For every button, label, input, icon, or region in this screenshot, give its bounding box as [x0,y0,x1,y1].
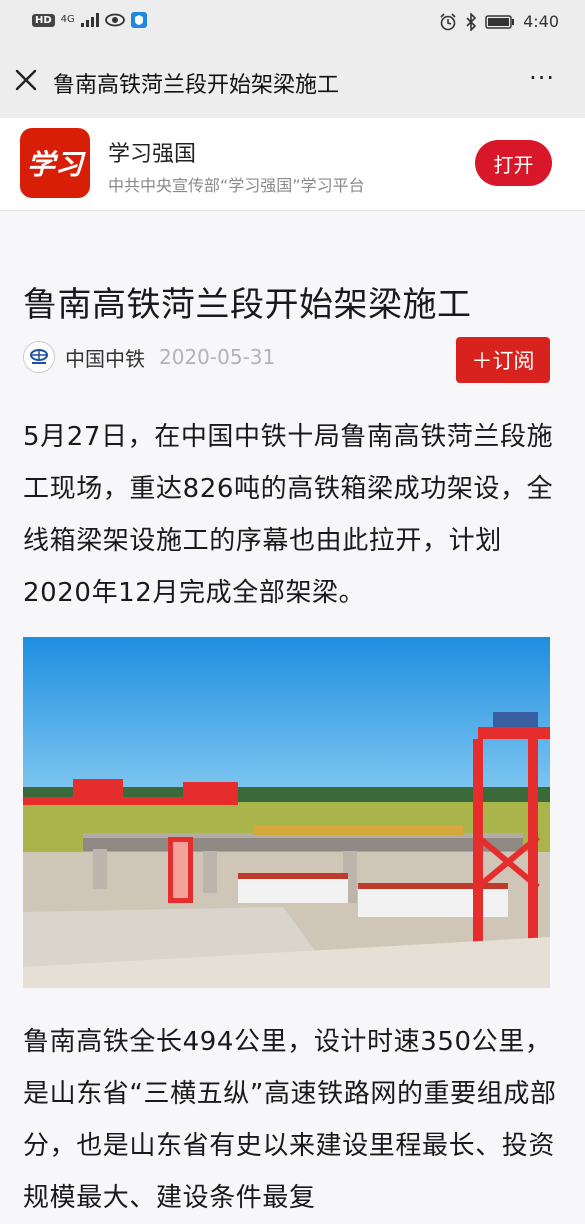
alarm-icon [440,12,456,30]
network-type: 4G [60,14,75,25]
clock: 4:40 [523,12,559,31]
app-banner[interactable]: 学习 学习强国 中共中央宣传部“学习强国”学习平台 打开 [0,118,585,211]
more-icon[interactable]: ··· [529,64,555,92]
source-logo-icon[interactable] [23,341,55,373]
article-title: 鲁南高铁菏兰段开始架梁施工 [23,285,472,325]
app-name: 学习强国 [108,142,197,167]
app-logo: 学习 [20,128,90,198]
status-right: 4:40 [439,12,559,31]
source-name[interactable]: 中国中铁 [65,343,145,372]
nav-title: 鲁南高铁菏兰段开始架梁施工 [53,73,340,98]
close-icon[interactable] [12,66,40,94]
publish-date: 2020-05-31 [159,345,276,369]
article-paragraph: 鲁南高铁全长494公里，设计时速350公里，是山东省“三横五纵”高速铁路网的重要… [23,1027,557,1213]
eye-icon [104,13,125,27]
bluetooth-icon [466,12,477,31]
status-bar: HD 4G 4:40 [0,0,585,46]
status-left: HD 4G [32,12,147,28]
open-app-button[interactable]: 打开 [475,140,552,186]
shield-icon [130,12,147,28]
app-description: 中共中央宣传部“学习强国”学习平台 [108,176,365,195]
article-paragraph: 5月27日，在中国中铁十局鲁南高铁菏兰段施工现场，重达826吨的高铁箱梁成功架设… [23,422,554,608]
article-photo[interactable] [23,637,550,988]
battery-icon [485,14,515,29]
article-meta: 中国中铁 2020-05-31 [23,341,275,373]
hd-badge: HD [32,13,55,27]
signal-icon [80,13,99,27]
nav-bar: 鲁南高铁菏兰段开始架梁施工 ··· [0,46,585,118]
subscribe-button[interactable]: ＋订阅 [456,337,550,383]
article: 鲁南高铁菏兰段开始架梁施工 中国中铁 2020-05-31 ＋订阅 5月27日，… [0,211,585,1213]
